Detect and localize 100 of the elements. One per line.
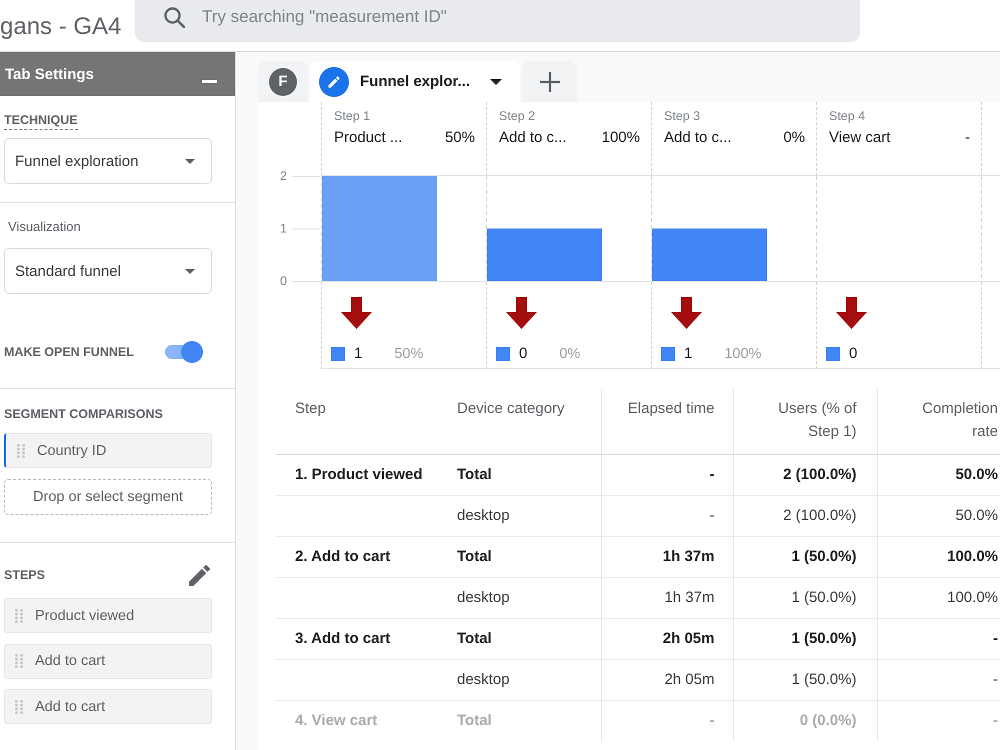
step-number: Step 4: [829, 109, 866, 124]
column-header: Device category: [440, 389, 601, 454]
segment-chip[interactable]: Country ID: [4, 433, 212, 468]
pencil-icon: [319, 66, 349, 96]
swatch-icon: [331, 346, 345, 360]
column-header: Completion rate: [877, 389, 1000, 454]
field-label: Visualization: [8, 219, 81, 235]
panel-title: Tab Settings: [5, 66, 94, 82]
step-number: Step 3: [664, 109, 700, 124]
drag-handle-icon[interactable]: [15, 654, 23, 668]
section-label: TECHNIQUE: [4, 113, 78, 130]
table-cell: 2. Add to cart: [276, 536, 440, 577]
completion-rate: 100%: [602, 128, 640, 148]
swatch-icon: [496, 346, 510, 360]
step-chip[interactable]: Add to cart: [4, 689, 212, 724]
table-cell: 1 (50.0%): [733, 536, 877, 577]
table-cell: 2 (100.0%): [733, 454, 877, 495]
table-cell: 1h 37m: [601, 577, 733, 618]
drag-handle-icon[interactable]: [17, 444, 25, 458]
table-cell: Total: [440, 536, 601, 577]
table-cell: 2 (100.0%): [733, 495, 877, 536]
pencil-icon[interactable]: [189, 564, 210, 586]
table-cell: 2h 05m: [601, 659, 733, 700]
funnel-bar[interactable]: [487, 228, 602, 281]
table-cell: 4. View cart: [276, 700, 440, 741]
table-cell: 100.0%: [877, 577, 1000, 618]
section-label: SEGMENT COMPARISONS: [4, 407, 163, 421]
abandon-rate: 50%: [394, 346, 424, 362]
caret-icon[interactable]: [490, 78, 502, 84]
step-name: View cart: [829, 128, 890, 148]
section-label: STEPS: [4, 568, 45, 582]
table-cell: -: [877, 618, 1000, 659]
table-cell: desktop: [440, 495, 601, 536]
step-chip[interactable]: Add to cart: [4, 644, 212, 678]
table-cell: Total: [440, 618, 601, 659]
abandon-rate: 100%: [724, 346, 762, 362]
step-name: Product ...: [334, 128, 402, 148]
table-cell: 50.0%: [877, 454, 1000, 495]
down-arrow-icon: [341, 297, 372, 329]
table-cell: 3. Add to cart: [276, 618, 440, 659]
toggle-switch[interactable]: [165, 341, 203, 363]
table-cell: Total: [440, 454, 601, 495]
caret-icon: [185, 268, 195, 274]
search-icon: [164, 6, 185, 28]
swatch-icon: [826, 346, 840, 360]
completion-rate: 0%: [783, 128, 805, 148]
axis-label: 0: [280, 274, 287, 288]
axis-label: 1: [280, 222, 287, 236]
abandon-count: 1: [684, 345, 692, 362]
technique-dropdown[interactable]: Funnel exploration: [4, 138, 212, 184]
down-arrow-icon: [506, 297, 537, 329]
column-header: Step: [276, 389, 440, 454]
column-header: Users (% of Step 1): [733, 389, 877, 454]
abandon-rate: 0%: [559, 346, 580, 362]
property-name: gans - GA4: [0, 12, 122, 40]
tab[interactable]: F: [258, 61, 308, 102]
table-cell: -: [601, 454, 733, 495]
table-cell: desktop: [440, 577, 601, 618]
step-name: Add to c...: [499, 128, 567, 148]
axis-label: 2: [280, 169, 287, 183]
caret-icon: [185, 158, 195, 164]
abandon-count: 0: [849, 345, 858, 362]
step-number: Step 1: [334, 109, 370, 124]
segment-drop-zone[interactable]: Drop or select segment: [4, 479, 212, 515]
toggle-label: MAKE OPEN FUNNEL: [4, 345, 134, 359]
search-input[interactable]: Try searching "measurement ID": [202, 7, 840, 27]
abandon-count: 1: [354, 345, 362, 362]
visualization-dropdown[interactable]: Standard funnel: [4, 248, 212, 294]
swatch-icon: [661, 346, 675, 360]
table-cell: 2h 05m: [601, 618, 733, 659]
table-cell: 0 (0.0%): [733, 700, 877, 741]
minimize-icon[interactable]: [202, 80, 217, 82]
table-cell: -: [877, 700, 1000, 741]
funnel-bar[interactable]: [322, 176, 437, 281]
abandon-count: 0: [519, 345, 528, 362]
drag-handle-icon[interactable]: [15, 608, 23, 622]
column-header: Elapsed time: [601, 389, 733, 454]
table-cell: -: [601, 700, 733, 741]
table-cell: 1 (50.0%): [733, 618, 877, 659]
down-arrow-icon: [671, 297, 702, 329]
table-cell: 1 (50.0%): [733, 659, 877, 700]
step-chip[interactable]: Product viewed: [4, 598, 212, 633]
table-cell: 100.0%: [877, 536, 1000, 577]
table-cell: 1 (50.0%): [733, 577, 877, 618]
completion-rate: -: [965, 128, 970, 148]
add-tab-button[interactable]: [522, 61, 577, 102]
table-cell: desktop: [440, 659, 601, 700]
funnel-bar[interactable]: [652, 228, 767, 281]
search-field[interactable]: Try searching "measurement ID": [135, 0, 860, 42]
tab[interactable]: Funnel explor...: [310, 61, 520, 102]
completion-rate: 50%: [444, 128, 475, 148]
table-cell: 50.0%: [877, 495, 1000, 536]
step-name: Add to c...: [664, 128, 732, 148]
drag-handle-icon[interactable]: [15, 700, 23, 714]
down-arrow-icon: [836, 297, 867, 329]
step-number: Step 2: [499, 109, 536, 124]
table-cell: -: [601, 495, 733, 536]
plus-icon: [540, 72, 560, 92]
letter-badge: F: [269, 68, 297, 96]
table-cell: 1h 37m: [601, 536, 733, 577]
